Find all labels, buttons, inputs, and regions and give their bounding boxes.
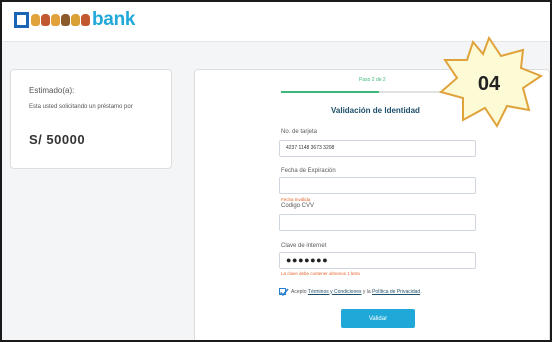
logo-text: bank bbox=[92, 9, 136, 30]
summary-title: Estimado(a): bbox=[29, 86, 75, 95]
step-current: 2 de 2 bbox=[371, 77, 386, 83]
internet-key-label: Clave de internet bbox=[281, 243, 327, 249]
logo-faces-icon bbox=[31, 14, 91, 26]
logo-face-icon bbox=[51, 14, 60, 26]
logo-face-icon bbox=[41, 14, 50, 26]
logo-face-icon bbox=[61, 14, 70, 26]
card-number-input[interactable]: 4237 1148 3673 3208 bbox=[279, 140, 476, 157]
step-progress-fill bbox=[281, 91, 379, 93]
cvv-input[interactable] bbox=[279, 214, 476, 231]
card-number-label: No. de tarjeta bbox=[281, 129, 318, 135]
bank-logo[interactable]: bank bbox=[14, 10, 135, 30]
logo-face-icon bbox=[81, 14, 90, 26]
annotation-badge: 04 bbox=[433, 35, 545, 132]
checkmark-icon bbox=[279, 288, 289, 297]
validate-button[interactable]: Validar bbox=[341, 309, 415, 328]
privacy-link[interactable]: Política de Privacidad bbox=[372, 289, 420, 295]
expiration-label: Fecha de Expiración bbox=[281, 168, 336, 174]
annotation-label: 04 bbox=[477, 72, 501, 95]
terms-suffix: . bbox=[420, 288, 422, 295]
terms-prefix: Acepto bbox=[291, 288, 307, 295]
terms-middle: y la bbox=[362, 288, 371, 295]
cvv-label: Codigo CVV bbox=[281, 203, 315, 209]
expiration-error: Fecha Inválida bbox=[281, 197, 311, 202]
terms-text: Acepto Términos y Condiciones y la Polít… bbox=[291, 289, 422, 295]
form-title: Validación de Identidad bbox=[331, 106, 420, 115]
terms-checkbox[interactable] bbox=[279, 288, 289, 297]
expiration-input[interactable] bbox=[279, 177, 476, 194]
internet-key-error: La clave debe contener almenos 1 letra bbox=[281, 271, 360, 276]
logo-face-icon bbox=[71, 14, 80, 26]
terms-link[interactable]: Términos y Condiciones bbox=[308, 289, 362, 295]
logo-face-icon bbox=[31, 14, 40, 26]
terms-row: Acepto Términos y Condiciones y la Polít… bbox=[279, 288, 422, 297]
internet-key-input[interactable]: ●●●●●●● bbox=[279, 252, 476, 269]
summary-text: Esta usted solicitando un préstamo por bbox=[29, 104, 133, 110]
step-prefix: Paso bbox=[359, 77, 371, 83]
browser-frame: bank Estimado(a): Esta usted solicitando… bbox=[0, 0, 552, 342]
logo-square-icon bbox=[14, 12, 29, 28]
loan-amount: S/ 50000 bbox=[29, 132, 86, 147]
step-indicator: Paso 2 de 2 bbox=[359, 77, 386, 83]
loan-summary-card: Estimado(a): Esta usted solicitando un p… bbox=[10, 69, 172, 169]
